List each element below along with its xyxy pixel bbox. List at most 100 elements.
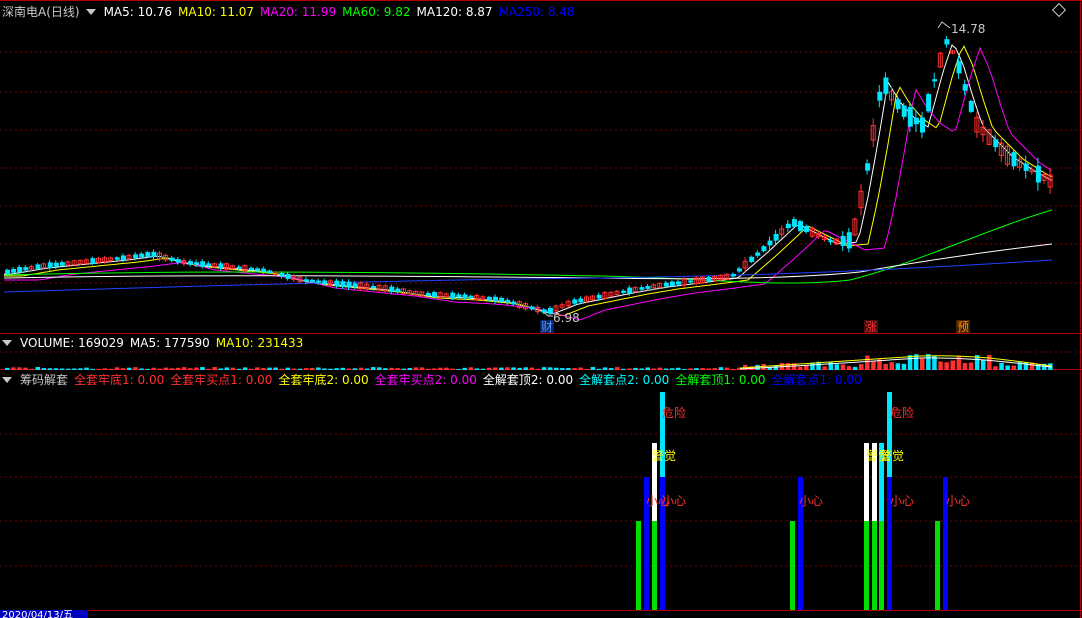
- candle-down: [133, 254, 139, 259]
- volume-bar: [224, 367, 230, 370]
- signal-careful-3: 小心: [799, 494, 823, 508]
- ma120-line: [3, 243, 1053, 280]
- volume-bar: [901, 363, 907, 370]
- candle-down: [877, 91, 883, 101]
- volume-bar: [633, 367, 638, 370]
- signal-alert-1: 警觉: [652, 448, 676, 463]
- candle-down: [755, 252, 761, 256]
- volume-bar: [249, 368, 254, 370]
- volume-bar: [1011, 365, 1016, 370]
- volume-bar: [108, 368, 114, 370]
- candle-down: [486, 296, 492, 301]
- event-marker-zhang[interactable]: 涨: [864, 319, 878, 334]
- volume-bar: [859, 364, 864, 370]
- volume-bar: [926, 354, 931, 370]
- volume-bar: [291, 368, 297, 370]
- candle-down: [944, 39, 950, 45]
- candle-down: [395, 288, 401, 293]
- volume-bar: [822, 366, 827, 370]
- volume-bar: [834, 364, 840, 370]
- volume-bar: [127, 367, 132, 370]
- volume-bar: [621, 368, 626, 370]
- candle-down: [425, 292, 431, 296]
- signal-danger-2: 危险: [890, 405, 914, 420]
- indicator-bar: [864, 521, 869, 610]
- volume-bar: [840, 364, 846, 370]
- candle-down: [1035, 165, 1041, 183]
- candle-down: [17, 267, 23, 273]
- volume-bar: [712, 368, 718, 370]
- volume-bar: [310, 367, 315, 370]
- candle-down: [188, 261, 193, 265]
- candle-down: [59, 262, 65, 266]
- candle-down: [865, 163, 871, 171]
- candle-down: [749, 256, 755, 262]
- volume-bar: [133, 367, 138, 370]
- svg-text:财: 财: [541, 320, 553, 334]
- volume-bar: [590, 367, 596, 370]
- volume-bar: [114, 367, 120, 370]
- volume-bar: [706, 368, 711, 370]
- indicator-bar: [636, 521, 641, 610]
- volume-bar: [163, 367, 169, 370]
- candle-down: [572, 299, 578, 304]
- volume-label: VOLUME: 169029: [20, 336, 124, 350]
- event-marker-cai[interactable]: 财: [540, 320, 554, 334]
- candle-down: [730, 273, 736, 277]
- volume-bar: [682, 368, 687, 370]
- svg-text:14.78: 14.78: [951, 22, 985, 36]
- dropdown-icon[interactable]: [85, 9, 96, 15]
- candle-down: [828, 240, 834, 243]
- indicator-bar: [790, 521, 795, 610]
- candle-down: [505, 299, 511, 303]
- indicator-bar: [652, 521, 657, 610]
- candle-down: [932, 79, 938, 82]
- indicator-title[interactable]: 筹码解套: [20, 372, 68, 388]
- volume-bar: [90, 368, 95, 370]
- stock-title[interactable]: 深南电A(日线): [2, 4, 80, 20]
- indicator-item-7: 全解套顶1: 0.00: [675, 373, 766, 387]
- ma10-label: MA10: 11.07: [178, 5, 255, 19]
- volume-bar: [340, 367, 345, 370]
- volume-bar: [279, 368, 284, 370]
- volume-bar: [657, 367, 663, 370]
- volume-bar: [474, 368, 480, 370]
- candle-down: [468, 295, 474, 298]
- candle-down: [23, 267, 29, 271]
- svg-text:2020/04/13/五: 2020/04/13/五: [2, 610, 73, 618]
- volume-bar: [554, 367, 559, 370]
- candle-down: [145, 252, 151, 258]
- volume-bar: [23, 367, 28, 370]
- volume-bar: [730, 368, 736, 370]
- candle-down: [352, 283, 358, 288]
- candle-down: [962, 84, 968, 91]
- indicator-dropdown-icon[interactable]: [2, 377, 12, 383]
- volume-bar: [395, 368, 400, 370]
- ma10-line: [4, 45, 1053, 317]
- candle-down: [151, 251, 157, 257]
- volume-bar: [1005, 365, 1010, 370]
- volume-dropdown-icon[interactable]: [2, 340, 12, 346]
- volume-bar: [676, 367, 681, 370]
- candle-down: [798, 221, 803, 231]
- indicator-bar: [935, 521, 940, 610]
- volume-bar: [120, 368, 126, 370]
- volume-bar: [1023, 362, 1029, 370]
- volume-bar: [535, 368, 541, 370]
- moving-average-lines: [3, 44, 1053, 321]
- volume-bar: [413, 367, 419, 370]
- candle-down: [249, 267, 254, 271]
- volume-bar: [218, 368, 223, 370]
- candle-down: [663, 282, 669, 287]
- candle-down: [883, 77, 889, 94]
- volume-bar: [981, 359, 986, 370]
- volume-bar: [102, 368, 108, 370]
- volume-bar: [96, 368, 101, 370]
- volume-bar: [346, 368, 352, 370]
- volume-bar: [804, 365, 809, 370]
- volume-bar: [572, 368, 577, 370]
- event-marker-yu[interactable]: 预: [956, 320, 970, 334]
- candle-down: [706, 276, 712, 282]
- volume-bar: [456, 368, 461, 370]
- volume-bar: [371, 367, 376, 370]
